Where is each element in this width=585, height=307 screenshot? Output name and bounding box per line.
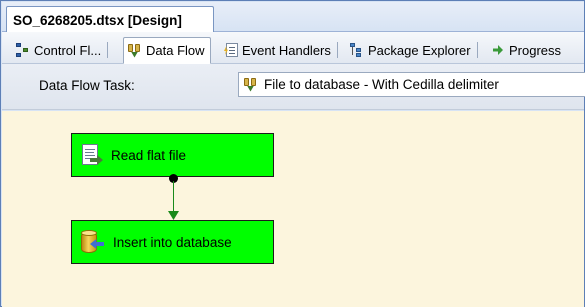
flat-file-source-icon — [80, 143, 103, 167]
data-flow-task-icon — [244, 77, 258, 92]
tab-control-flow-label: Control Fl... — [34, 42, 102, 58]
component-label: Read flat file — [111, 147, 187, 163]
data-flow-icon — [128, 43, 142, 58]
ole-db-destination-icon — [80, 229, 104, 255]
progress-icon — [491, 43, 505, 57]
tab-data-flow[interactable]: Data Flow — [123, 37, 211, 64]
component-label: Insert into database — [113, 234, 232, 250]
data-flow-path[interactable] — [173, 181, 174, 212]
tab-progress[interactable]: Progress — [487, 38, 566, 62]
control-flow-icon — [16, 43, 30, 57]
tab-package-explorer[interactable]: Package Explorer — [346, 38, 478, 62]
designer-window: SO_6268205.dtsx [Design] Control Fl... D… — [0, 0, 585, 307]
tab-data-flow-label: Data Flow — [146, 43, 205, 58]
tab-package-explorer-label: Package Explorer — [368, 42, 471, 58]
document-tab-title: SO_6268205.dtsx [Design] — [13, 12, 182, 28]
data-flow-task-bar: Data Flow Task: File to database - With … — [2, 64, 585, 110]
data-flow-path-arrowhead — [168, 211, 179, 220]
component-read-flat-file[interactable]: Read flat file — [71, 133, 274, 177]
component-insert-into-database[interactable]: Insert into database — [71, 220, 274, 264]
event-handlers-icon — [224, 43, 238, 57]
document-tab[interactable]: SO_6268205.dtsx [Design] — [6, 6, 214, 33]
data-flow-task-value: File to database - With Cedilla delimite… — [264, 77, 499, 92]
tab-control-flow[interactable]: Control Fl... — [12, 38, 109, 62]
data-flow-task-label: Data Flow Task: — [39, 78, 135, 93]
designer-tab-strip: Control Fl... Data Flow Event Handlers P… — [2, 32, 584, 64]
package-explorer-icon — [350, 43, 364, 57]
design-surface[interactable]: Read flat file Insert into database — [2, 111, 584, 307]
document-tab-strip: SO_6268205.dtsx [Design] — [2, 2, 584, 33]
tab-progress-label: Progress — [509, 42, 562, 58]
tab-event-handlers-label: Event Handlers — [242, 42, 331, 58]
data-flow-task-select[interactable]: File to database - With Cedilla delimite… — [238, 72, 585, 97]
tab-event-handlers[interactable]: Event Handlers — [222, 38, 338, 62]
